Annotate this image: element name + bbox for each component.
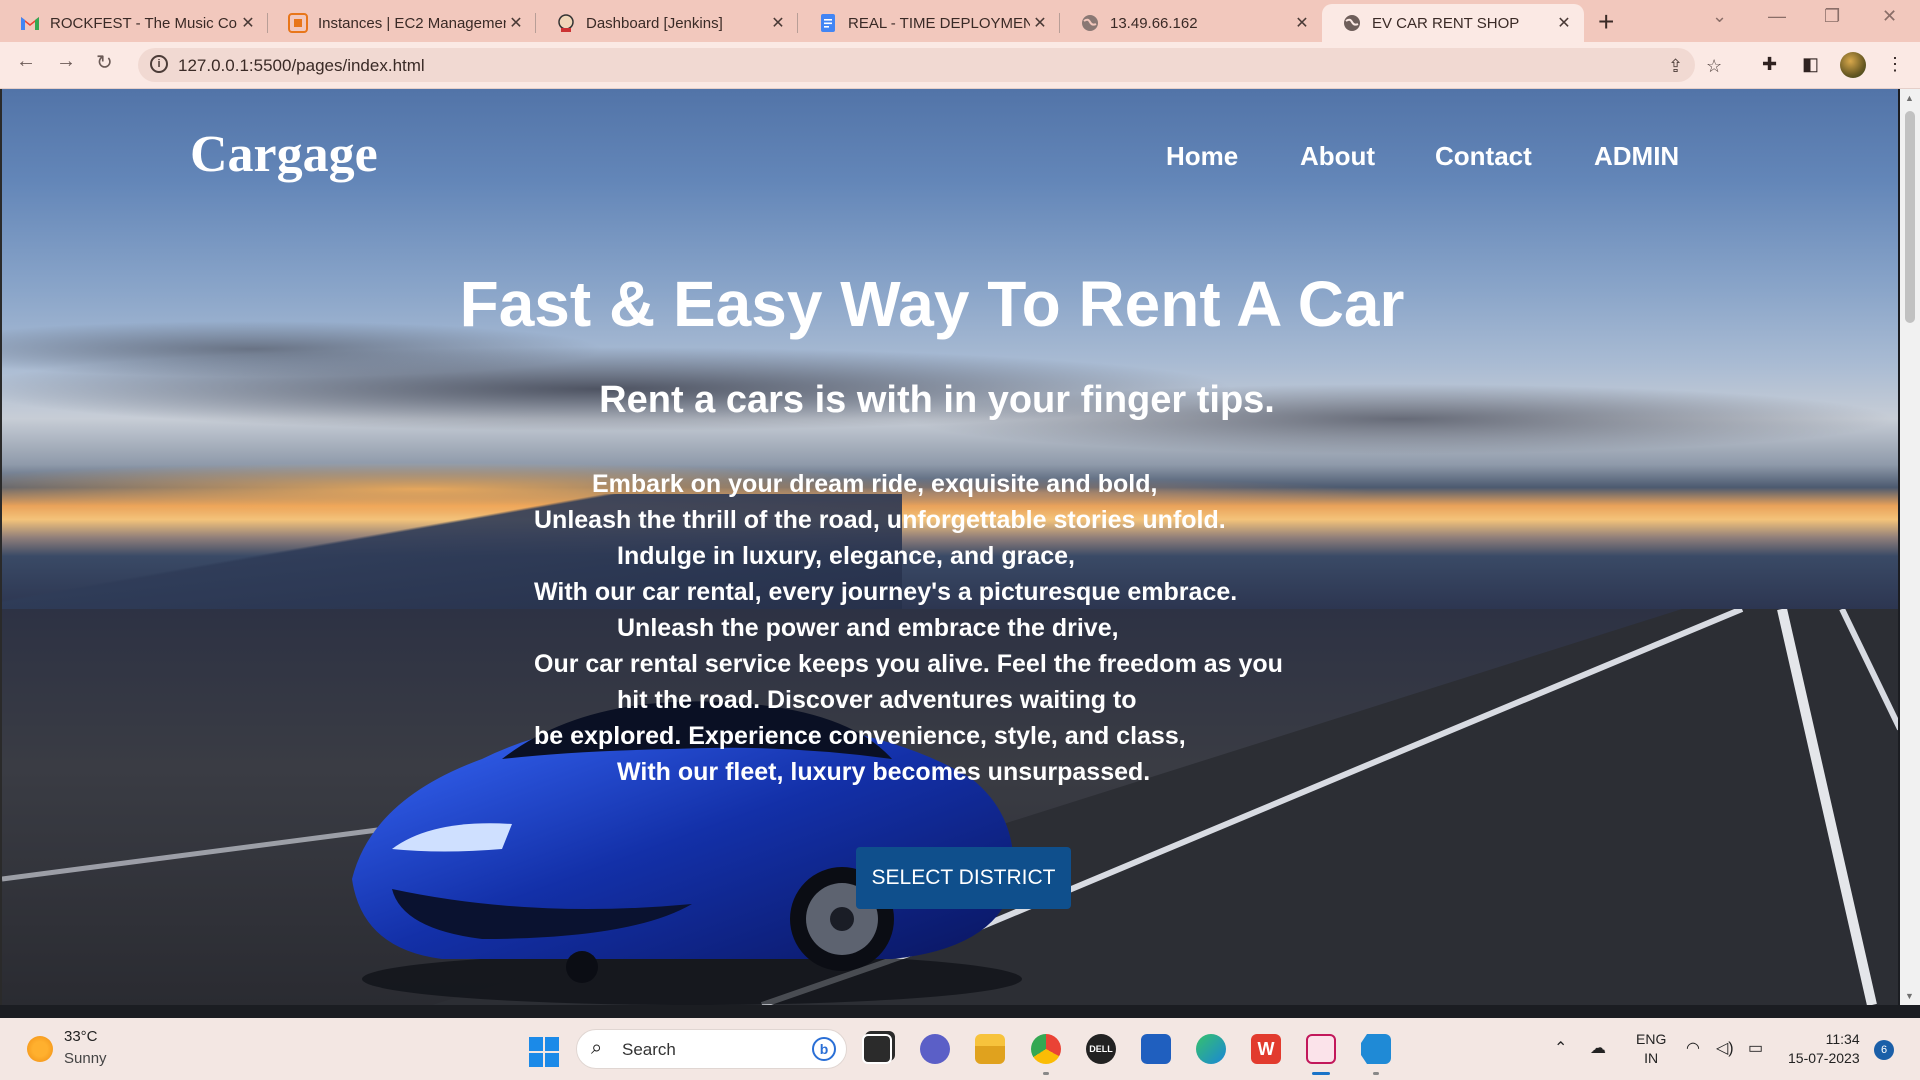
running-indicator <box>1373 1072 1379 1075</box>
nav-home[interactable]: Home <box>1166 141 1238 172</box>
start-windows-icon[interactable] <box>529 1037 559 1067</box>
browser-tab-strip: ROCKFEST - The Music Con ✕ Instances | E… <box>0 0 1920 42</box>
taskbar: 33°C Sunny ⌕ Search b DELL W ⌃ ☁ ENG IN … <box>0 1018 1920 1080</box>
jenkins-icon <box>558 14 574 32</box>
hero-subtitle: Rent a cars is with in your finger tips. <box>599 379 1275 421</box>
select-district-button[interactable]: SELECT DISTRICT <box>856 847 1071 909</box>
address-bar[interactable]: i 127.0.0.1:5500/pages/index.html ⇪ ☆ <box>138 48 1722 82</box>
docs-icon <box>821 14 835 32</box>
tab-search-chevron-icon[interactable]: ⌄ <box>1712 6 1727 27</box>
tray-chevron-up-icon[interactable]: ⌃ <box>1554 1038 1567 1058</box>
close-icon[interactable]: ✕ <box>1554 13 1574 33</box>
url-text[interactable]: 127.0.0.1:5500/pages/index.html <box>178 56 425 76</box>
tab-ip[interactable]: 13.49.66.162 ✕ <box>1060 4 1322 42</box>
active-indicator <box>1312 1072 1330 1075</box>
window-close-icon[interactable]: ✕ <box>1882 6 1897 27</box>
edge-icon[interactable] <box>1196 1034 1226 1064</box>
onedrive-cloud-icon[interactable]: ☁ <box>1590 1038 1606 1058</box>
close-icon[interactable]: ✕ <box>238 13 258 33</box>
wifi-icon[interactable]: ◠ <box>1686 1038 1700 1058</box>
tab-ev-car-rent-shop[interactable]: EV CAR RENT SHOP ✕ <box>1322 4 1584 42</box>
weather-sun-icon[interactable] <box>27 1036 53 1062</box>
poem-line: Indulge in luxury, elegance, and grace, <box>617 542 1075 570</box>
tab-title: REAL - TIME DEPLOYMENT <box>848 14 1030 32</box>
nav-contact[interactable]: Contact <box>1435 141 1532 172</box>
taskbar-search-box[interactable]: ⌕ Search b <box>576 1029 847 1069</box>
bookmark-star-icon[interactable]: ☆ <box>1706 56 1722 77</box>
gmail-icon <box>21 17 39 30</box>
weather-temperature[interactable]: 33°C <box>64 1028 98 1045</box>
tab-title: Dashboard [Jenkins] <box>586 14 723 32</box>
wps-office-icon[interactable]: W <box>1251 1034 1281 1064</box>
profile-avatar[interactable] <box>1840 52 1866 78</box>
tab-ec2[interactable]: Instances | EC2 Managemen ✕ <box>268 4 536 42</box>
poem-line: With our car rental, every journey's a p… <box>534 578 1238 606</box>
file-explorer-icon[interactable] <box>975 1034 1005 1064</box>
chrome-icon[interactable] <box>1031 1034 1061 1064</box>
poem-line: Our car rental service keeps you alive. … <box>534 650 1283 678</box>
minimize-icon[interactable]: — <box>1768 6 1786 27</box>
nav-about[interactable]: About <box>1300 141 1375 172</box>
chat-icon[interactable] <box>920 1034 950 1064</box>
search-icon: ⌕ <box>591 1037 603 1059</box>
globe-icon <box>1344 15 1360 31</box>
language-code: ENG <box>1636 1031 1667 1047</box>
reload-icon[interactable]: ↻ <box>96 50 113 75</box>
poem-line: be explored. Experience convenience, sty… <box>534 722 1186 750</box>
search-label: Search <box>622 1040 676 1059</box>
globe-icon <box>1082 15 1098 31</box>
menu-kebab-icon[interactable]: ⋮ <box>1886 54 1904 75</box>
tab-docs[interactable]: REAL - TIME DEPLOYMENT ✕ <box>798 4 1060 42</box>
close-icon[interactable]: ✕ <box>506 13 526 33</box>
new-tab-plus-icon[interactable]: + <box>1598 6 1614 38</box>
system-clock[interactable]: 11:34 15-07-2023 <box>1788 1030 1860 1068</box>
extensions-puzzle-icon[interactable]: ✚ <box>1762 54 1777 75</box>
tab-title: ROCKFEST - The Music Con <box>50 14 238 32</box>
region-code: IN <box>1644 1050 1659 1066</box>
tab-jenkins[interactable]: Dashboard [Jenkins] ✕ <box>536 4 798 42</box>
share-icon[interactable]: ⇪ <box>1668 56 1683 77</box>
tab-title: EV CAR RENT SHOP <box>1372 14 1520 32</box>
scroll-down-icon[interactable]: ▼ <box>1905 991 1914 1001</box>
tab-gmail[interactable]: ROCKFEST - The Music Con ✕ <box>0 4 268 42</box>
page-scrollbar[interactable]: ▲ ▼ <box>1900 89 1920 1005</box>
back-arrow-icon[interactable]: ← <box>16 50 36 73</box>
clock-date: 15-07-2023 <box>1788 1050 1860 1066</box>
side-panel-icon[interactable]: ◧ <box>1802 54 1819 75</box>
close-icon[interactable]: ✕ <box>768 13 788 33</box>
site-info-icon[interactable]: i <box>150 55 168 73</box>
poem-line: With our fleet, luxury becomes unsurpass… <box>617 758 1151 786</box>
running-indicator <box>1043 1072 1049 1075</box>
poem-line: Unleash the thrill of the road, unforget… <box>534 506 1226 534</box>
site-logo[interactable]: Cargage <box>190 125 378 184</box>
restore-icon[interactable]: ❐ <box>1824 6 1840 27</box>
forward-arrow-icon[interactable]: → <box>56 50 76 73</box>
nav-admin[interactable]: ADMIN <box>1594 141 1679 172</box>
store-icon[interactable] <box>1141 1034 1171 1064</box>
snipping-tool-icon[interactable] <box>1306 1034 1336 1064</box>
speaker-icon[interactable]: ◁) <box>1716 1038 1734 1058</box>
bing-icon[interactable]: b <box>812 1037 836 1061</box>
tab-title: 13.49.66.162 <box>1110 14 1198 32</box>
hero-title: Fast & Easy Way To Rent A Car <box>459 268 1405 340</box>
aws-icon <box>288 13 308 33</box>
battery-icon[interactable]: ▭ <box>1748 1038 1763 1058</box>
tab-title: Instances | EC2 Managemen <box>318 14 506 32</box>
task-view-icon[interactable] <box>862 1034 892 1064</box>
poem-line: Embark on your dream ride, exquisite and… <box>592 470 1158 498</box>
close-icon[interactable]: ✕ <box>1030 13 1050 33</box>
weather-description[interactable]: Sunny <box>64 1050 107 1067</box>
poem-line: Unleash the power and embrace the drive, <box>617 614 1119 642</box>
language-indicator[interactable]: ENG IN <box>1636 1030 1666 1068</box>
clock-time: 11:34 <box>1825 1031 1860 1047</box>
page-viewport: Cargage Home About Contact ADMIN Fast & … <box>0 89 1898 1005</box>
scrollbar-thumb[interactable] <box>1905 111 1915 323</box>
notification-badge[interactable]: 6 <box>1874 1040 1894 1060</box>
dell-icon[interactable]: DELL <box>1086 1034 1116 1064</box>
scroll-up-icon[interactable]: ▲ <box>1905 93 1914 103</box>
poem-line: hit the road. Discover adventures waitin… <box>617 686 1137 714</box>
vscode-icon[interactable] <box>1361 1034 1391 1064</box>
close-icon[interactable]: ✕ <box>1292 13 1312 33</box>
browser-toolbar: ← → ↻ i 127.0.0.1:5500/pages/index.html … <box>0 42 1920 89</box>
